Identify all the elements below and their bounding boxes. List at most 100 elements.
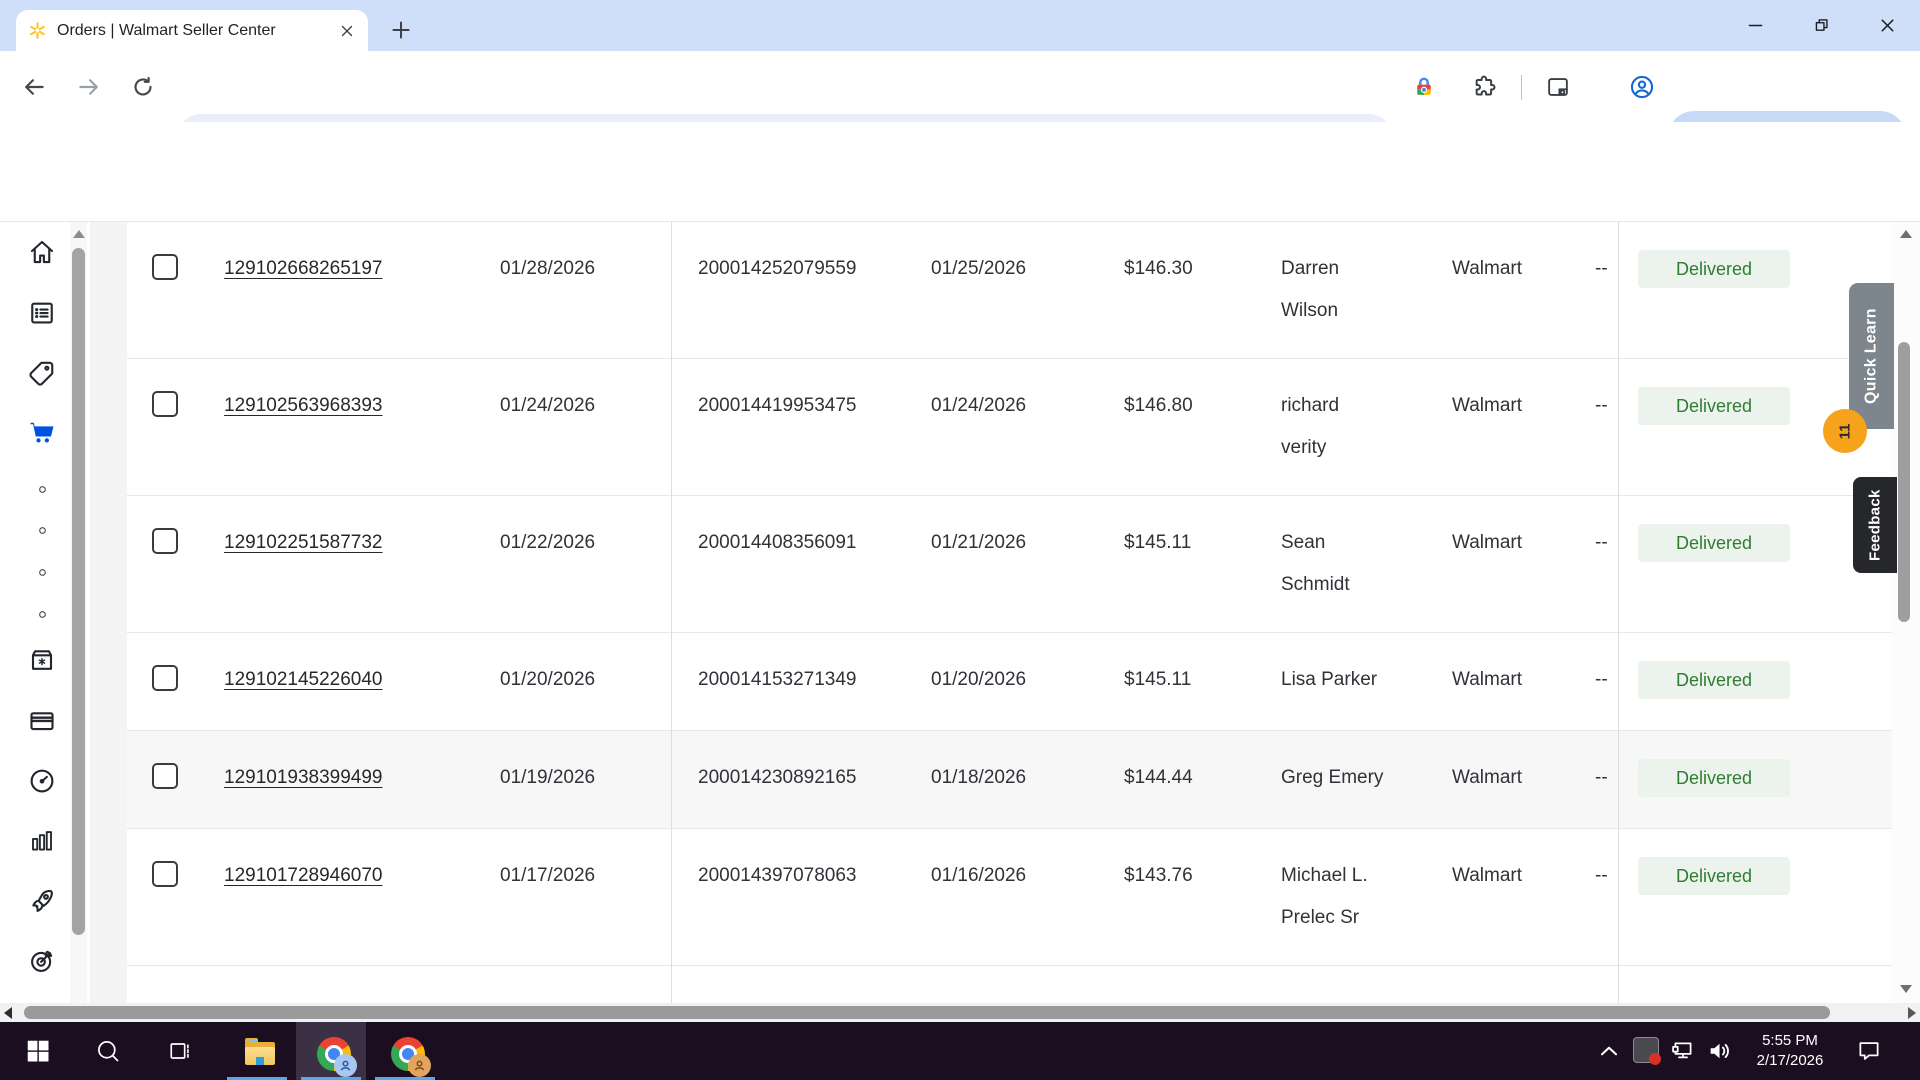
minimize-button[interactable] xyxy=(1722,0,1788,51)
sidebar-scrollbar-thumb[interactable] xyxy=(72,248,85,935)
start-icon xyxy=(24,1037,52,1065)
task-view-icon xyxy=(166,1037,194,1065)
target-icon[interactable] xyxy=(27,946,57,976)
back-button[interactable] xyxy=(21,74,47,100)
quick-learn-count: 11 xyxy=(1836,423,1854,439)
row-checkbox[interactable] xyxy=(152,528,178,554)
chevron-up-icon[interactable] xyxy=(1595,1037,1623,1065)
row-checkbox[interactable] xyxy=(152,665,178,691)
seller-center-header: Seller Center xyxy=(0,122,1920,325)
taskbar-search-icon xyxy=(94,1037,122,1065)
po-number-cell: 200014252079559 xyxy=(698,258,857,279)
row-checkbox[interactable] xyxy=(152,861,178,887)
box-icon[interactable] xyxy=(27,645,57,675)
row-checkbox[interactable] xyxy=(152,391,178,417)
dot-icon[interactable] xyxy=(36,566,49,579)
scroll-up-arrow-icon[interactable] xyxy=(73,230,85,238)
order-number-link[interactable]: 129102251587732 xyxy=(224,522,383,564)
horizontal-scrollbar-thumb[interactable] xyxy=(24,1006,1830,1019)
order-number-link[interactable]: 129102145226040 xyxy=(224,659,383,701)
scroll-down-arrow-icon[interactable] xyxy=(1900,985,1912,993)
customer-cell: richard verity xyxy=(1281,395,1340,458)
po-number-cell: 200014153271349 xyxy=(698,669,857,690)
status-badge: Delivered xyxy=(1638,661,1790,699)
order-date-cell: 01/20/2026 xyxy=(500,669,596,690)
rocket-icon[interactable] xyxy=(27,886,57,916)
tab-close-icon[interactable] xyxy=(338,22,356,40)
dot-icon[interactable] xyxy=(36,524,49,537)
order-number-link[interactable]: 129101938399499 xyxy=(224,757,383,799)
status-badge: Delivered xyxy=(1638,524,1790,562)
screen: Orders | Walmart Seller Center seller.wa… xyxy=(0,0,1920,1080)
side-panel-icon[interactable] xyxy=(1544,73,1572,101)
status-badge: Delivered xyxy=(1638,857,1790,895)
quick-learn-count-badge[interactable]: 11 xyxy=(1823,409,1867,453)
home-icon[interactable] xyxy=(27,237,57,267)
card-icon[interactable] xyxy=(27,706,57,736)
forward-button[interactable] xyxy=(76,74,102,100)
page-vertical-scrollbar[interactable] xyxy=(1892,222,1920,1003)
dot-icon[interactable] xyxy=(36,483,49,496)
orders-list-icon[interactable] xyxy=(27,298,57,328)
start-icon[interactable] xyxy=(3,1022,73,1080)
cart-icon[interactable] xyxy=(27,417,57,447)
tray-app-icon[interactable] xyxy=(1633,1037,1661,1065)
page-horizontal-scrollbar[interactable] xyxy=(0,1003,1920,1022)
status-badge: Delivered xyxy=(1638,759,1790,797)
window-controls xyxy=(1722,0,1920,51)
sidebar-scrollbar[interactable] xyxy=(70,222,87,1003)
tag-icon[interactable] xyxy=(27,358,57,388)
quick-learn-tab[interactable]: Quick Learn xyxy=(1849,283,1894,429)
column-divider xyxy=(671,222,672,1003)
vertical-scrollbar-thumb[interactable] xyxy=(1898,342,1910,622)
chrome-profile2-icon xyxy=(391,1037,431,1077)
po-date-cell: 01/24/2026 xyxy=(931,395,1027,416)
total-cell: $146.30 xyxy=(1124,258,1193,279)
restore-button[interactable] xyxy=(1788,0,1854,51)
order-number-link[interactable]: 129102563968393 xyxy=(224,385,383,427)
channel-cell: Walmart xyxy=(1452,767,1523,788)
gauge-icon[interactable] xyxy=(27,766,57,796)
new-tab-button[interactable] xyxy=(388,17,414,43)
chrome-profile2-icon[interactable] xyxy=(370,1022,440,1080)
quick-learn-label: Quick Learn xyxy=(1862,308,1880,404)
extra-cell: -- xyxy=(1595,865,1608,886)
scroll-left-arrow-icon[interactable] xyxy=(4,1007,12,1019)
row-checkbox[interactable] xyxy=(152,763,178,789)
reload-button[interactable] xyxy=(130,74,156,100)
browser-tab[interactable]: Orders | Walmart Seller Center xyxy=(16,10,368,51)
extensions-puzzle-icon[interactable] xyxy=(1470,73,1498,101)
order-number-link[interactable]: 129101728946070 xyxy=(224,855,383,897)
notification-center-icon[interactable] xyxy=(1855,1037,1883,1065)
profile-icon[interactable] xyxy=(1628,73,1656,101)
row-checkbox[interactable] xyxy=(152,254,178,280)
order-date-cell: 01/19/2026 xyxy=(500,767,596,788)
channel-cell: Walmart xyxy=(1452,395,1523,416)
extra-cell: -- xyxy=(1595,258,1608,279)
task-view-icon[interactable] xyxy=(145,1022,215,1080)
network-icon[interactable] xyxy=(1669,1037,1697,1065)
close-button[interactable] xyxy=(1854,0,1920,51)
total-cell: $144.44 xyxy=(1124,767,1193,788)
extra-cell: -- xyxy=(1595,767,1608,788)
volume-icon[interactable] xyxy=(1706,1037,1734,1065)
extra-cell: -- xyxy=(1595,395,1608,416)
file-explorer-icon[interactable] xyxy=(222,1022,292,1080)
dot-icon[interactable] xyxy=(36,608,49,621)
chrome-profile1-icon[interactable] xyxy=(296,1022,366,1080)
taskbar-search-icon[interactable] xyxy=(73,1022,143,1080)
feedback-tab[interactable]: Feedback xyxy=(1853,477,1897,573)
bar-chart-icon[interactable] xyxy=(27,827,57,857)
walmart-spark-icon xyxy=(28,21,47,40)
channel-cell: Walmart xyxy=(1452,258,1523,279)
scroll-right-arrow-icon[interactable] xyxy=(1908,1007,1916,1019)
order-number-link[interactable]: 129102668265197 xyxy=(224,248,383,290)
po-number-cell: 200014419953475 xyxy=(698,395,857,416)
total-cell: $146.80 xyxy=(1124,395,1193,416)
scroll-up-arrow-icon[interactable] xyxy=(1900,230,1912,238)
channel-cell: Walmart xyxy=(1452,669,1523,690)
password-manager-icon[interactable] xyxy=(1410,73,1438,101)
taskbar-clock[interactable]: 5:55 PM 2/17/2026 xyxy=(1734,1031,1846,1071)
order-date-cell: 01/22/2026 xyxy=(500,532,596,553)
extra-cell: -- xyxy=(1595,532,1608,553)
